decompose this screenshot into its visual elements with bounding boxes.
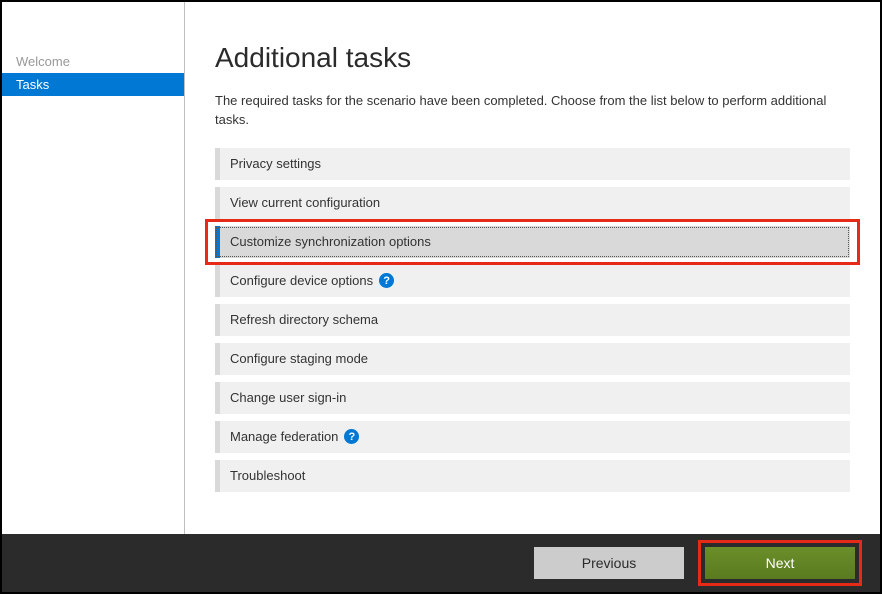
task-label: Manage federation <box>230 429 338 444</box>
sidebar-item-tasks[interactable]: Tasks <box>2 73 184 96</box>
task-label: Privacy settings <box>230 156 321 171</box>
sidebar: Welcome Tasks <box>2 2 185 534</box>
task-privacy-settings[interactable]: Privacy settings <box>215 148 850 180</box>
task-refresh-directory-schema[interactable]: Refresh directory schema <box>215 304 850 336</box>
task-view-current-configuration[interactable]: View current configuration <box>215 187 850 219</box>
task-label: View current configuration <box>230 195 380 210</box>
task-label: Configure device options <box>230 273 373 288</box>
help-icon[interactable]: ? <box>344 429 359 444</box>
task-troubleshoot[interactable]: Troubleshoot <box>215 460 850 492</box>
task-label: Change user sign-in <box>230 390 346 405</box>
help-icon[interactable]: ? <box>379 273 394 288</box>
task-change-user-sign-in[interactable]: Change user sign-in <box>215 382 850 414</box>
main-panel: Additional tasks The required tasks for … <box>185 2 880 534</box>
task-configure-device-options[interactable]: Configure device options ? <box>215 265 850 297</box>
task-label: Refresh directory schema <box>230 312 378 327</box>
task-manage-federation[interactable]: Manage federation ? <box>215 421 850 453</box>
task-configure-staging-mode[interactable]: Configure staging mode <box>215 343 850 375</box>
task-label: Troubleshoot <box>230 468 305 483</box>
task-label: Configure staging mode <box>230 351 368 366</box>
sidebar-item-welcome[interactable]: Welcome <box>2 50 184 73</box>
previous-button[interactable]: Previous <box>534 547 684 579</box>
task-label: Customize synchronization options <box>230 234 431 249</box>
task-customize-synchronization-options[interactable]: Customize synchronization options <box>215 226 850 258</box>
next-button[interactable]: Next <box>705 547 855 579</box>
task-list: Privacy settings View current configurat… <box>215 148 850 492</box>
page-description: The required tasks for the scenario have… <box>215 92 850 130</box>
page-title: Additional tasks <box>215 42 850 74</box>
footer: Previous Next <box>2 534 880 592</box>
